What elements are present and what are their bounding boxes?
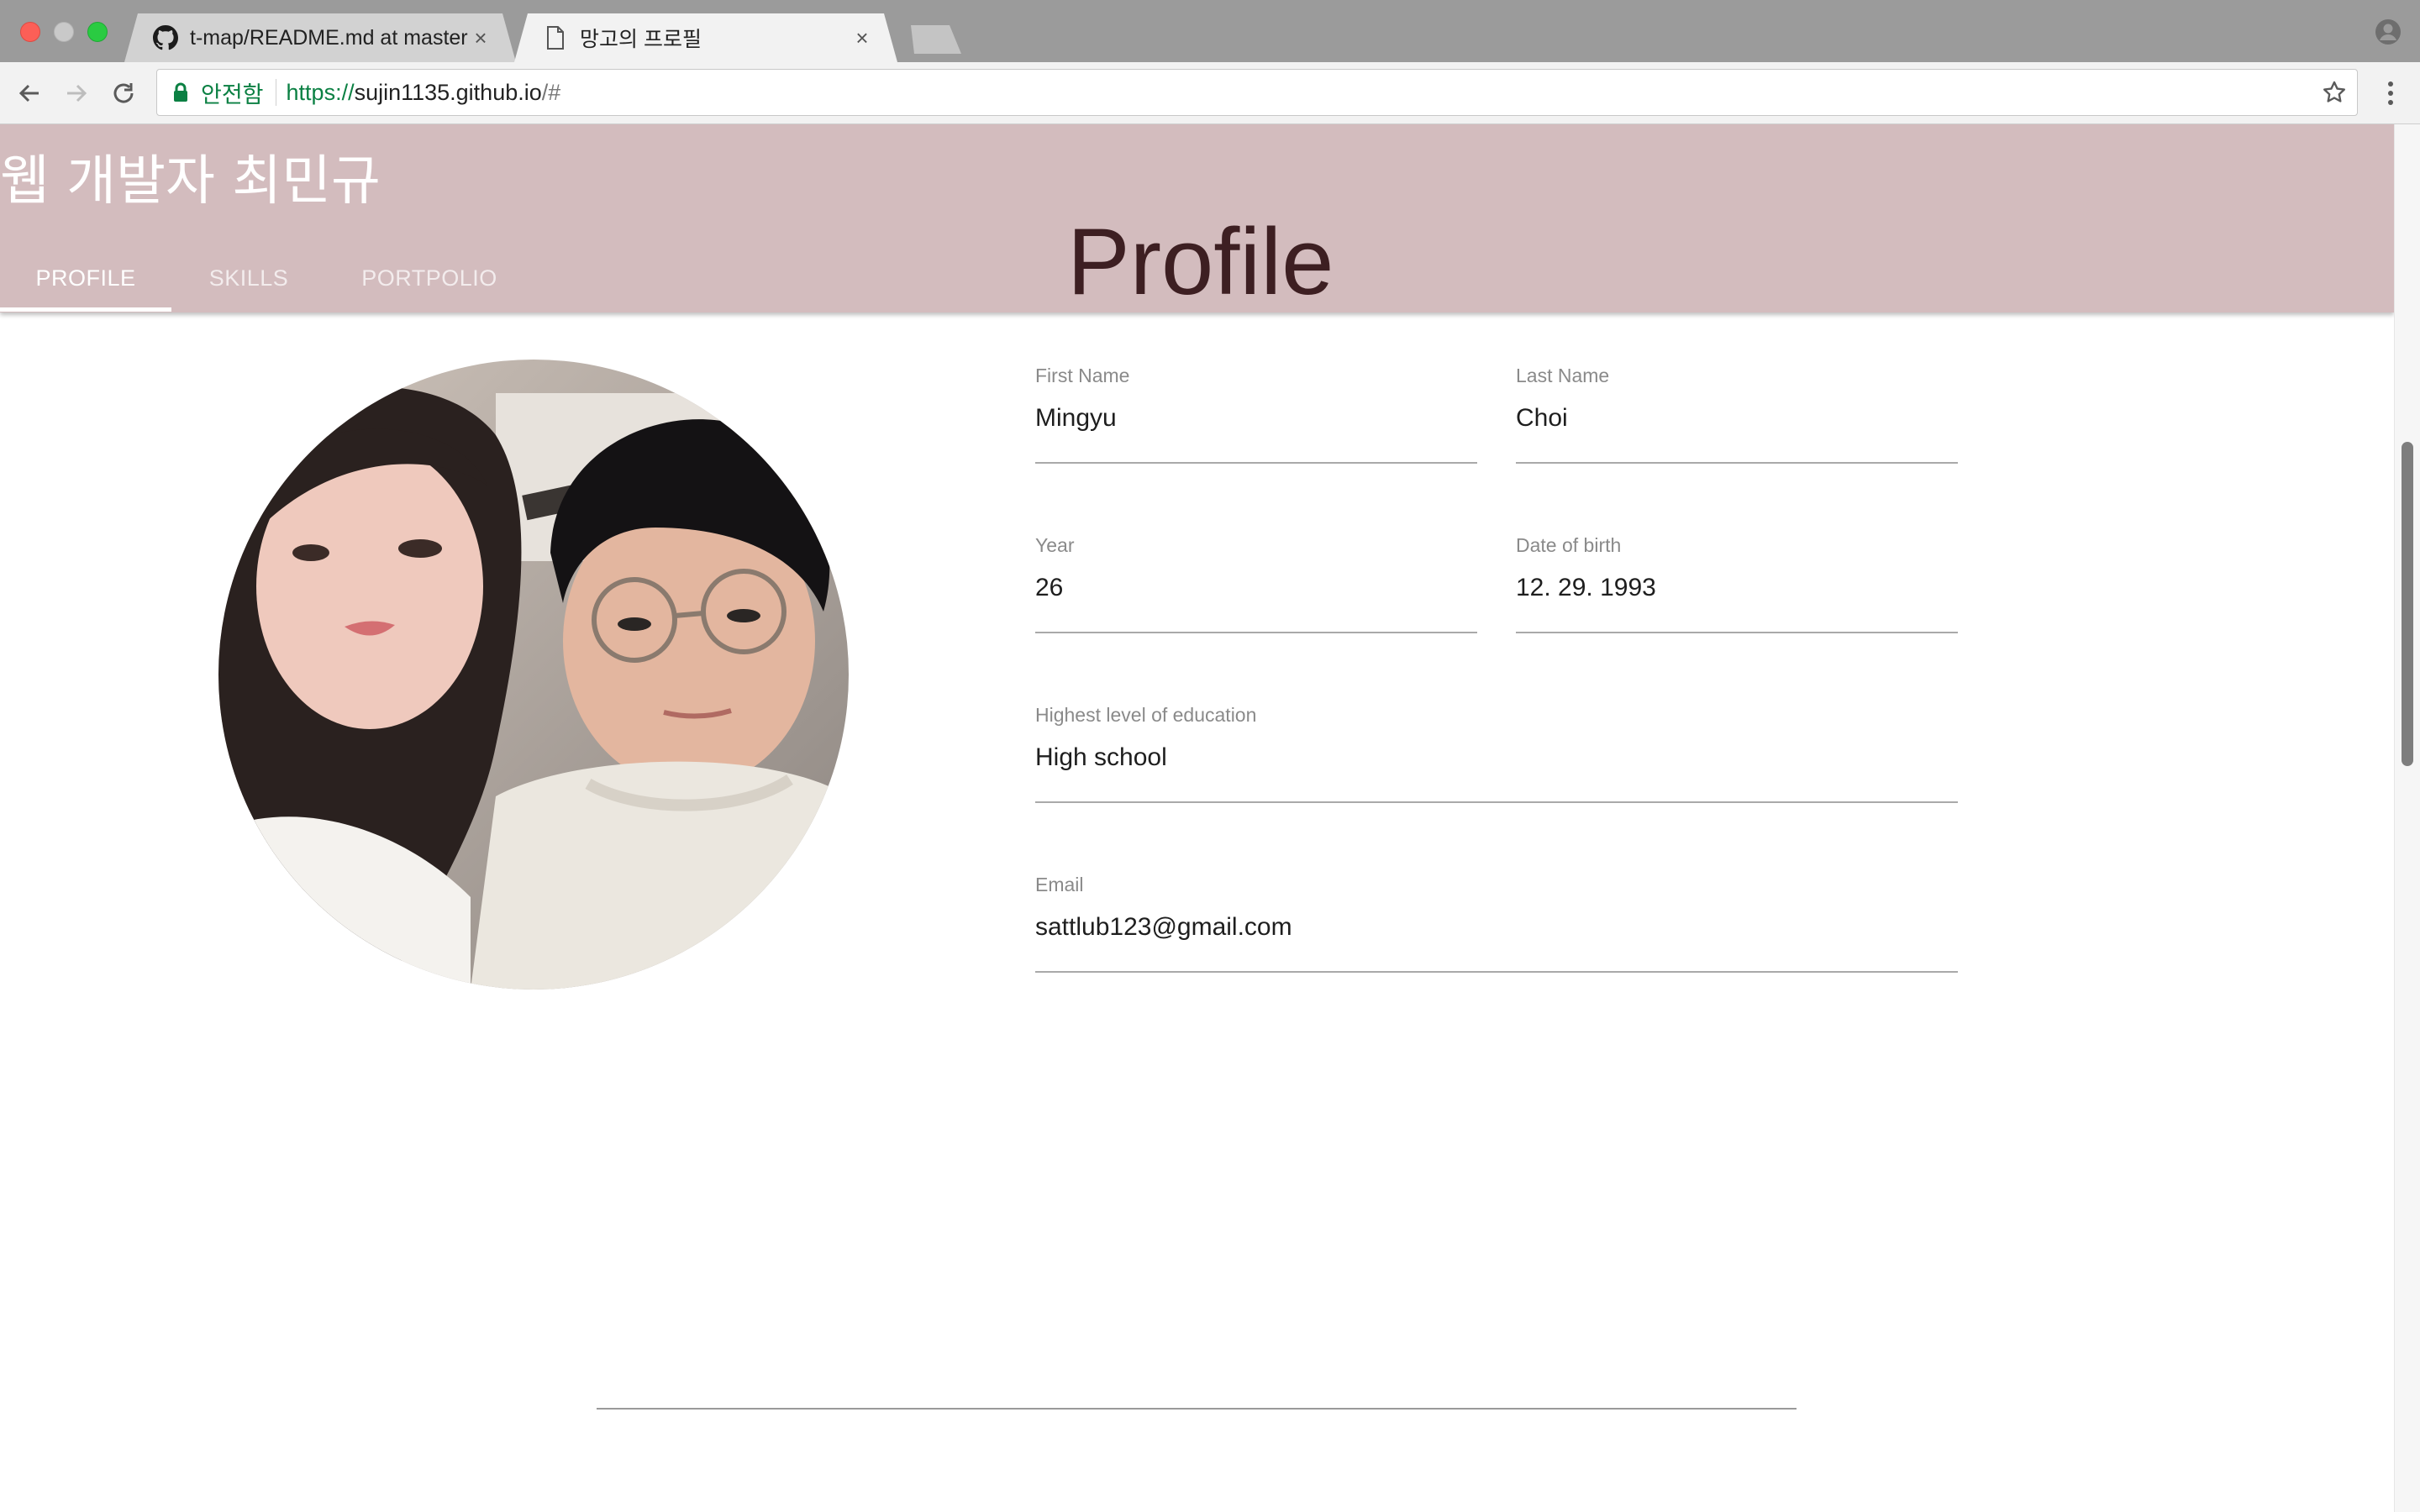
tab-label: PORTPOLIO [361,265,497,291]
year-field[interactable]: Year 26 [1035,533,1477,633]
field-underline [1516,632,1958,633]
last-name-value[interactable]: Choi [1516,402,1958,435]
scrollbar-thumb[interactable] [2402,442,2413,766]
app-title: 웹 개발자 최민규 [0,150,381,213]
last-name-field[interactable]: Last Name Choi [1516,363,1958,464]
browser-tab-profile[interactable]: 망고의 프로필 × [514,13,897,62]
field-underline [1035,462,1477,464]
field-underline [1035,801,1958,803]
window-minimize-button[interactable] [54,22,74,42]
date-of-birth-label: Date of birth [1516,534,1622,556]
year-label: Year [1035,534,1075,556]
last-name-label: Last Name [1516,365,1610,386]
arrow-right-icon [67,84,87,102]
page-icon [543,25,568,50]
back-button[interactable] [13,77,45,109]
email-value[interactable]: sattlub123@gmail.com [1035,911,1958,944]
tab-label: PROFILE [35,265,136,291]
page-viewport: 웹 개발자 최민규 PROFILE SKILLS PORTPOLIO Profi… [0,124,2420,1512]
browser-tab-github[interactable]: t-map/README.md at master · × [124,13,516,62]
field-underline [1516,462,1958,464]
education-value[interactable]: High school [1035,741,1958,774]
tab-title: t-map/README.md at master · [190,25,471,50]
browser-menu-button[interactable] [2378,79,2403,108]
window-close-button[interactable] [20,22,40,42]
section-heading: Profile [1067,209,1334,314]
email-label: Email [1035,874,1084,895]
date-of-birth-value[interactable]: 12. 29. 1993 [1516,571,1958,605]
browser-window: t-map/README.md at master · × 망고의 프로필 × [0,0,2420,1512]
tab-profile[interactable]: PROFILE [0,259,171,312]
tab-label: SKILLS [208,265,289,291]
window-maximize-button[interactable] [87,22,108,42]
tab-title: 망고의 프로필 [580,28,702,51]
close-icon[interactable]: × [471,25,491,51]
year-value[interactable]: 26 [1035,571,1477,605]
date-of-birth-field[interactable]: Date of birth 12. 29. 1993 [1516,533,1958,633]
browser-toolbar: 안전함 https://sujin1135.github.io/# [0,62,2420,124]
tab-skills[interactable]: SKILLS [171,259,326,312]
active-tab-indicator [0,307,171,312]
github-icon [153,25,178,50]
close-icon[interactable]: × [852,25,872,51]
field-underline [1035,632,1477,633]
new-tab-button[interactable] [902,25,961,54]
field-underline [1035,971,1958,973]
url-scheme: https:// [286,79,355,105]
first-name-value[interactable]: Mingyu [1035,402,1477,435]
email-field[interactable]: Email sattlub123@gmail.com [1035,872,1958,973]
security-label: 안전함 [201,81,264,108]
lock-icon [174,82,187,102]
education-label: Highest level of education [1035,704,1257,726]
arrow-left-icon [18,84,39,102]
scrollbar-track[interactable] [2394,124,2420,1512]
user-profile-icon[interactable] [2375,18,2402,45]
address-bar[interactable]: 안전함 https://sujin1135.github.io/# [156,69,2358,116]
reload-icon [113,83,134,103]
first-name-field[interactable]: First Name Mingyu [1035,363,1477,464]
forward-button[interactable] [60,77,92,109]
education-field[interactable]: Highest level of education High school [1035,702,1958,803]
tab-strip: t-map/README.md at master · × 망고의 프로필 × [0,0,2420,62]
profile-photo [218,360,849,990]
url-path: /# [541,79,561,105]
url-host: sujin1135.github.io [354,79,542,105]
tab-portfolio[interactable]: PORTPOLIO [334,259,524,312]
section-divider [597,1408,1797,1410]
reload-button[interactable] [108,77,139,109]
first-name-label: First Name [1035,365,1130,386]
bookmark-star-icon[interactable] [2322,80,2347,105]
